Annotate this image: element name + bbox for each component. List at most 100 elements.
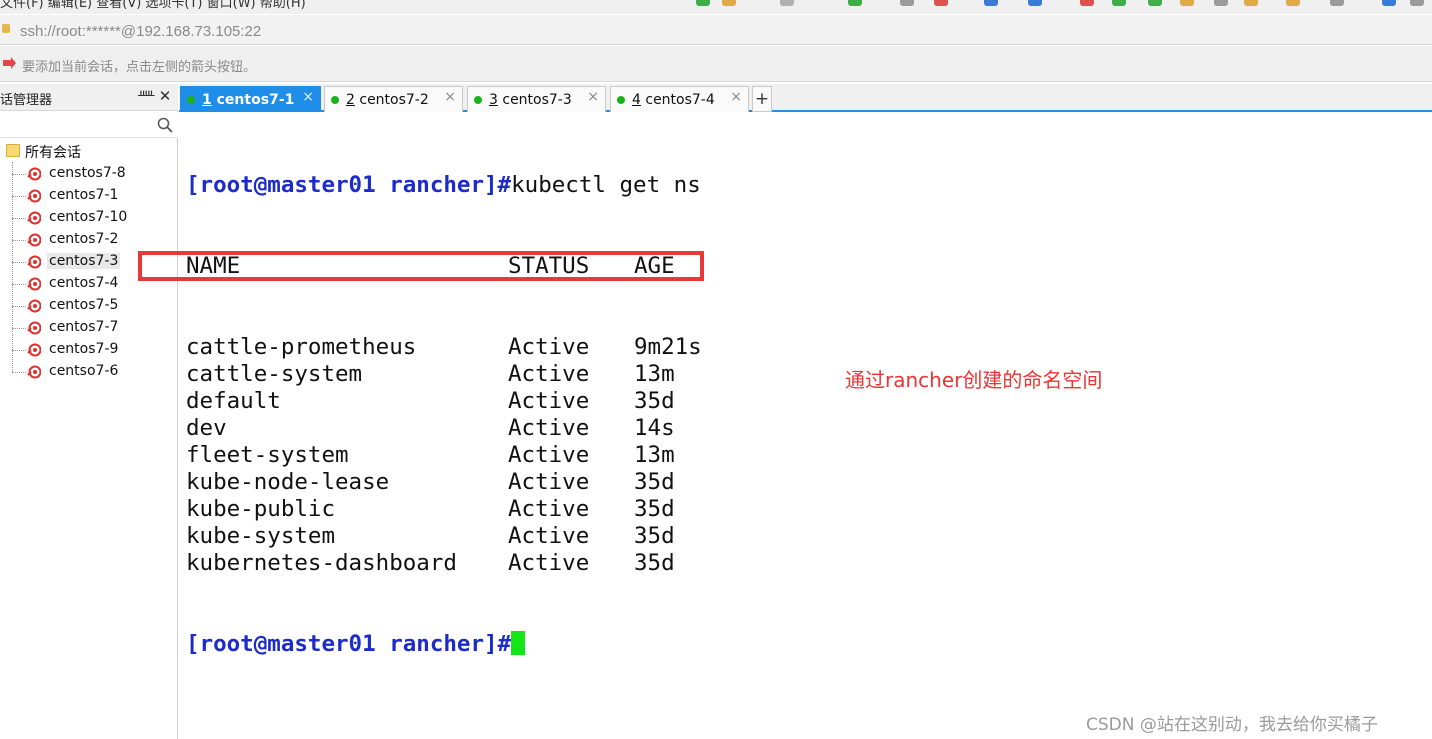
session-icon <box>27 255 41 269</box>
namespace-age: 35d <box>634 388 675 414</box>
tab-centos7-1[interactable]: 1 centos7-1 × <box>180 86 321 112</box>
connected-status-icon <box>617 96 625 104</box>
tab-name: centos7-4 <box>640 92 715 108</box>
properties-icon[interactable] <box>780 0 794 6</box>
namespace-status: Active <box>508 550 590 576</box>
session-item-centos7-2[interactable]: centos7-2 <box>12 230 172 250</box>
tab-number: 1 <box>202 92 212 108</box>
terminal-view[interactable]: [root@master01 rancher]#kubectl get ns N… <box>180 114 1432 739</box>
chat-icon[interactable] <box>1410 0 1424 6</box>
pin-icon[interactable]: ᚊ <box>138 88 154 106</box>
tree-connector <box>12 328 26 329</box>
session-item-label: centos7-4 <box>49 275 119 291</box>
find-icon[interactable] <box>900 0 914 6</box>
close-icon[interactable]: ✕ <box>158 87 172 105</box>
tree-root-label: 所有会话 <box>25 145 81 161</box>
tab-close-icon[interactable]: × <box>730 89 742 105</box>
tab-label: 2 centos7-2 <box>346 92 429 108</box>
session-icon <box>27 233 41 247</box>
namespace-name: cattle-prometheus <box>186 334 417 360</box>
watermark: CSDN @站在这别动，我去给你买橘子 <box>1086 715 1378 735</box>
globe-icon[interactable] <box>984 0 998 6</box>
script-icon[interactable] <box>1244 0 1258 6</box>
tab-number: 4 <box>632 92 641 108</box>
terminal-cursor <box>511 631 526 655</box>
session-item-centos7-5[interactable]: centos7-5 <box>12 296 172 316</box>
lock-toolbar-icon[interactable] <box>1286 0 1300 6</box>
search-icon[interactable] <box>157 117 173 133</box>
address-bar <box>0 15 1432 45</box>
session-item-label: centos7-2 <box>49 231 119 247</box>
tab-close-icon[interactable]: × <box>587 89 599 105</box>
session-manager-panel: 话管理器 ᚊ ✕ 所有会话 censtos7-8 centos7-1 centos7… <box>0 84 178 739</box>
tab-number: 2 <box>346 92 355 108</box>
namespace-age: 13m <box>634 361 675 387</box>
session-item-label: centos7-5 <box>49 297 119 313</box>
tab-centos7-4[interactable]: 4 centos7-4 × <box>610 86 749 112</box>
namespace-status: Active <box>508 523 590 549</box>
session-item-centos7-10[interactable]: centos7-10 <box>12 208 172 228</box>
play-icon[interactable] <box>1112 0 1126 6</box>
session-item-centso7-6[interactable]: centso7-6 <box>12 362 172 382</box>
namespace-name: kube-public <box>186 496 336 522</box>
namespace-name: cattle-system <box>186 361 363 387</box>
namespace-age: 9m21s <box>634 334 702 360</box>
address-input[interactable] <box>20 20 1420 42</box>
namespace-row: kube-system Active 35d <box>186 523 702 550</box>
namespace-status: Active <box>508 388 590 414</box>
add-session-arrow-icon[interactable] <box>2 57 16 71</box>
namespace-status: Active <box>508 334 590 360</box>
terminal-output: [root@master01 rancher]#kubectl get ns N… <box>186 118 702 712</box>
tree-connector <box>12 218 26 219</box>
tab-label: 4 centos7-4 <box>632 92 715 108</box>
namespace-status: Active <box>508 469 590 495</box>
open-folder-icon[interactable] <box>722 0 736 6</box>
tab-close-icon[interactable]: × <box>302 89 314 105</box>
session-item-label: centos7-10 <box>49 209 128 225</box>
annotation-text: 通过rancher创建的命名空间 <box>845 368 1103 392</box>
menu-items[interactable]: 文件(F) 编辑(E) 查看(V) 选项卡(T) 窗口(W) 帮助(H) <box>0 0 306 11</box>
add-tab-button[interactable]: + <box>752 86 772 112</box>
tree-connector <box>12 372 26 373</box>
help-icon[interactable] <box>1382 0 1396 6</box>
session-icon <box>27 299 41 313</box>
namespace-row: kube-node-lease Active 35d <box>186 469 702 496</box>
session-item-centos7-1[interactable]: centos7-1 <box>12 186 172 206</box>
font-icon[interactable] <box>1028 0 1042 6</box>
highlight-box <box>138 251 704 281</box>
session-item-centos7-9[interactable]: centos7-9 <box>12 340 172 360</box>
session-search[interactable] <box>0 112 178 138</box>
panel-header: 话管理器 ᚊ ✕ <box>0 84 178 111</box>
tree-icon[interactable] <box>1148 0 1162 6</box>
tree-connector <box>12 350 26 351</box>
namespace-age: 13m <box>634 442 675 468</box>
tab-close-icon[interactable]: × <box>444 89 456 105</box>
session-icon <box>27 189 41 203</box>
color-scheme-icon[interactable] <box>934 0 948 6</box>
tab-centos7-2[interactable]: 2 centos7-2 × <box>324 86 463 112</box>
command-text: kubectl get ns <box>511 172 701 198</box>
hint-bar: 要添加当前会话，点击左侧的箭头按钮。 <box>0 46 1432 82</box>
folder-icon <box>6 144 20 157</box>
stop-icon[interactable] <box>1080 0 1094 6</box>
namespace-status: Active <box>508 361 590 387</box>
panel-title: 话管理器 <box>0 93 53 108</box>
tab-name: centos7-1 <box>211 92 295 108</box>
shell-prompt: [root@master01 rancher]# <box>186 172 512 198</box>
tab-centos7-3[interactable]: 3 centos7-3 × <box>467 86 606 112</box>
connected-status-icon <box>187 96 195 104</box>
layout-icon[interactable] <box>1330 0 1344 6</box>
tree-connector <box>12 306 26 307</box>
namespace-status: Active <box>508 415 590 441</box>
lock-icon <box>2 24 10 33</box>
keyboard-icon[interactable] <box>1214 0 1228 6</box>
new-session-icon[interactable] <box>696 0 710 6</box>
settings-icon[interactable] <box>848 0 862 6</box>
session-icon <box>27 211 41 225</box>
namespace-name: kubernetes-dashboard <box>186 550 457 576</box>
session-item-censtos7-8[interactable]: censtos7-8 <box>12 164 172 184</box>
tab-label: 3 centos7-3 <box>489 92 572 108</box>
namespace-age: 35d <box>634 469 675 495</box>
session-item-centos7-7[interactable]: centos7-7 <box>12 318 172 338</box>
transfer-icon[interactable] <box>1180 0 1194 6</box>
